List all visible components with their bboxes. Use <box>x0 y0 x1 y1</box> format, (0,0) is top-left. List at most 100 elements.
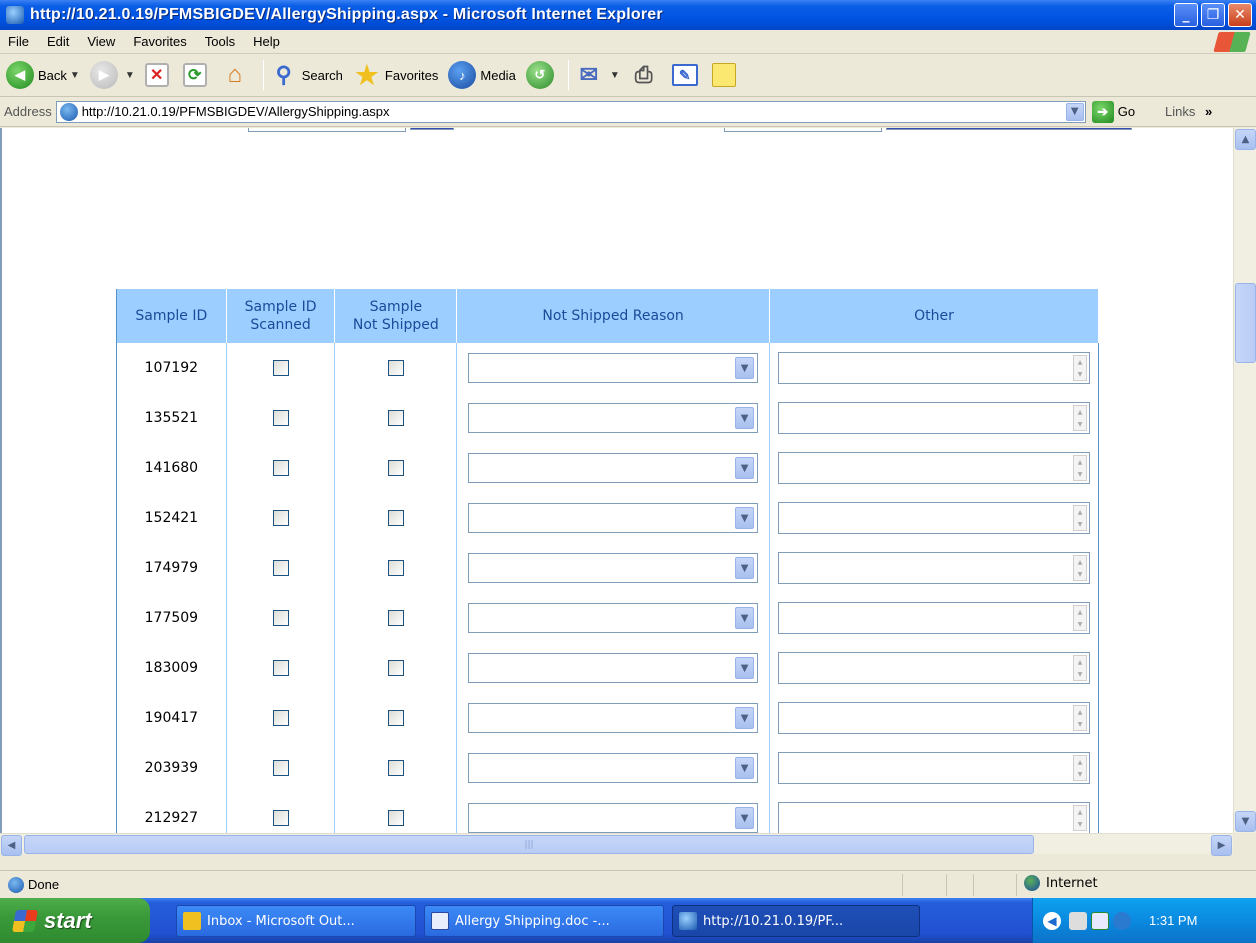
reason-dropdown-button[interactable]: ▼ <box>735 707 755 729</box>
sample-not-shipped-checkbox[interactable] <box>387 660 404 676</box>
other-textarea[interactable]: ▲ ▼ <box>778 752 1091 784</box>
horizontal-scrollbar[interactable]: ◀ ||| ▶ <box>0 833 1233 856</box>
other-textarea[interactable]: ▲ ▼ <box>778 802 1091 833</box>
tray-volume-icon[interactable] <box>1113 911 1131 930</box>
reason-dropdown-button[interactable]: ▼ <box>735 607 755 629</box>
show-hidden-icons-button[interactable]: ◀ <box>1043 911 1061 930</box>
sample-id-scanned-checkbox[interactable] <box>272 610 289 626</box>
print-button[interactable]: ⎙ <box>630 61 662 89</box>
vertical-scrollbar[interactable]: ▲ ▼ <box>1233 128 1256 833</box>
sample-id-scanned-checkbox[interactable] <box>272 560 289 576</box>
history-button[interactable]: ↺ <box>525 61 558 89</box>
reason-dropdown-button[interactable]: ▼ <box>735 507 755 529</box>
back-button[interactable]: ◀ Back ▼ <box>6 61 80 89</box>
scroll-left-button[interactable]: ◀ <box>1 835 22 856</box>
other-textarea[interactable]: ▲ ▼ <box>778 702 1091 734</box>
reason-dropdown-button[interactable]: ▼ <box>735 657 755 679</box>
textarea-scrollbar[interactable]: ▲ ▼ <box>1073 705 1088 731</box>
mail-button[interactable]: ✉ ▼ <box>575 61 620 89</box>
not-shipped-reason-select[interactable]: ▼ <box>468 653 759 683</box>
discuss-button[interactable] <box>711 63 740 87</box>
taskbar-item-outlook[interactable]: Inbox - Microsoft Out... <box>176 905 416 937</box>
taskbar-item-ie[interactable]: http://10.21.0.19/PF... <box>672 905 920 937</box>
not-shipped-reason-select[interactable]: ▼ <box>468 753 759 783</box>
sample-id-scanned-checkbox[interactable] <box>272 360 289 376</box>
close-button[interactable]: ✕ <box>1228 3 1252 27</box>
other-textarea[interactable]: ▲ ▼ <box>778 652 1091 684</box>
vertical-scroll-thumb[interactable] <box>1235 283 1256 363</box>
sample-id-scanned-checkbox[interactable] <box>272 760 289 776</box>
textarea-scrollbar[interactable]: ▲ ▼ <box>1073 455 1088 481</box>
sample-not-shipped-checkbox[interactable] <box>387 460 404 476</box>
mail-dropdown-icon[interactable]: ▼ <box>610 70 620 81</box>
not-shipped-reason-select[interactable]: ▼ <box>468 603 759 633</box>
sample-not-shipped-checkbox[interactable] <box>387 810 404 826</box>
sample-not-shipped-checkbox[interactable] <box>387 560 404 576</box>
not-shipped-reason-select[interactable]: ▼ <box>468 403 759 433</box>
other-textarea[interactable]: ▲ ▼ <box>778 502 1091 534</box>
sample-not-shipped-checkbox[interactable] <box>387 760 404 776</box>
menu-favorites[interactable]: Favorites <box>124 34 195 49</box>
other-textarea[interactable]: ▲ ▼ <box>778 602 1091 634</box>
textarea-scrollbar[interactable]: ▲ ▼ <box>1073 805 1088 831</box>
reason-dropdown-button[interactable]: ▼ <box>735 357 755 379</box>
textarea-scrollbar[interactable]: ▲ ▼ <box>1073 655 1088 681</box>
not-shipped-reason-select[interactable]: ▼ <box>468 553 759 583</box>
sample-id-scanned-checkbox[interactable] <box>272 410 289 426</box>
search-button[interactable]: ⚲ Search <box>270 61 343 89</box>
reason-dropdown-button[interactable]: ▼ <box>735 407 755 429</box>
sample-not-shipped-checkbox[interactable] <box>387 410 404 426</box>
maximize-button[interactable]: ❐ <box>1201 3 1225 27</box>
sample-id-scanned-checkbox[interactable] <box>272 710 289 726</box>
sample-id-scanned-checkbox[interactable] <box>272 810 289 826</box>
tray-antivirus-icon[interactable] <box>1091 911 1109 930</box>
home-button[interactable]: ⌂ <box>221 61 253 89</box>
links-button[interactable]: Links » <box>1165 104 1212 119</box>
not-shipped-reason-select[interactable]: ▼ <box>468 703 759 733</box>
stop-button[interactable]: ✕ <box>144 63 173 87</box>
reason-dropdown-button[interactable]: ▼ <box>735 457 755 479</box>
menu-help[interactable]: Help <box>244 34 289 49</box>
forward-dropdown-icon[interactable]: ▼ <box>125 70 135 81</box>
textarea-scrollbar[interactable]: ▲ ▼ <box>1073 355 1088 381</box>
sample-id-scanned-checkbox[interactable] <box>272 660 289 676</box>
scroll-up-button[interactable]: ▲ <box>1235 129 1256 150</box>
sample-not-shipped-checkbox[interactable] <box>387 710 404 726</box>
reason-dropdown-button[interactable]: ▼ <box>735 757 755 779</box>
not-shipped-reason-select[interactable]: ▼ <box>468 453 759 483</box>
taskbar-item-word[interactable]: Allergy Shipping.doc -... <box>424 905 664 937</box>
other-textarea[interactable]: ▲ ▼ <box>778 452 1091 484</box>
reason-dropdown-button[interactable]: ▼ <box>735 557 755 579</box>
sample-not-shipped-checkbox[interactable] <box>387 510 404 526</box>
textarea-scrollbar[interactable]: ▲ ▼ <box>1073 755 1088 781</box>
address-field[interactable]: ▼ <box>55 100 1086 123</box>
not-shipped-reason-select[interactable]: ▼ <box>468 353 759 383</box>
other-textarea[interactable]: ▲ ▼ <box>778 402 1091 434</box>
back-dropdown-icon[interactable]: ▼ <box>70 70 80 81</box>
menu-view[interactable]: View <box>78 34 124 49</box>
not-shipped-reason-select[interactable]: ▼ <box>468 803 759 833</box>
textarea-scrollbar[interactable]: ▲ ▼ <box>1073 405 1088 431</box>
textarea-scrollbar[interactable]: ▲ ▼ <box>1073 605 1088 631</box>
scroll-down-button[interactable]: ▼ <box>1235 811 1256 832</box>
minimize-button[interactable]: _ <box>1174 3 1198 27</box>
refresh-button[interactable]: ⟳ <box>182 63 211 87</box>
sample-id-scanned-checkbox[interactable] <box>272 460 289 476</box>
address-input[interactable] <box>81 104 1062 119</box>
textarea-scrollbar[interactable]: ▲ ▼ <box>1073 555 1088 581</box>
tray-network-icon[interactable] <box>1069 911 1087 930</box>
reason-dropdown-button[interactable]: ▼ <box>735 807 755 829</box>
sample-id-scanned-checkbox[interactable] <box>272 510 289 526</box>
other-textarea[interactable]: ▲ ▼ <box>778 552 1091 584</box>
address-dropdown-button[interactable]: ▼ <box>1065 102 1084 121</box>
start-button[interactable]: start <box>0 898 150 943</box>
scroll-right-button[interactable]: ▶ <box>1211 835 1232 856</box>
other-textarea[interactable]: ▲ ▼ <box>778 352 1091 384</box>
go-button[interactable]: ➔ Go <box>1091 100 1135 123</box>
menu-file[interactable]: File <box>0 34 38 49</box>
edit-button[interactable]: ✎ <box>671 64 702 86</box>
not-shipped-reason-select[interactable]: ▼ <box>468 503 759 533</box>
sample-not-shipped-checkbox[interactable] <box>387 360 404 376</box>
media-button[interactable]: ♪ Media <box>448 61 516 89</box>
favorites-button[interactable]: ★ Favorites <box>353 60 438 90</box>
